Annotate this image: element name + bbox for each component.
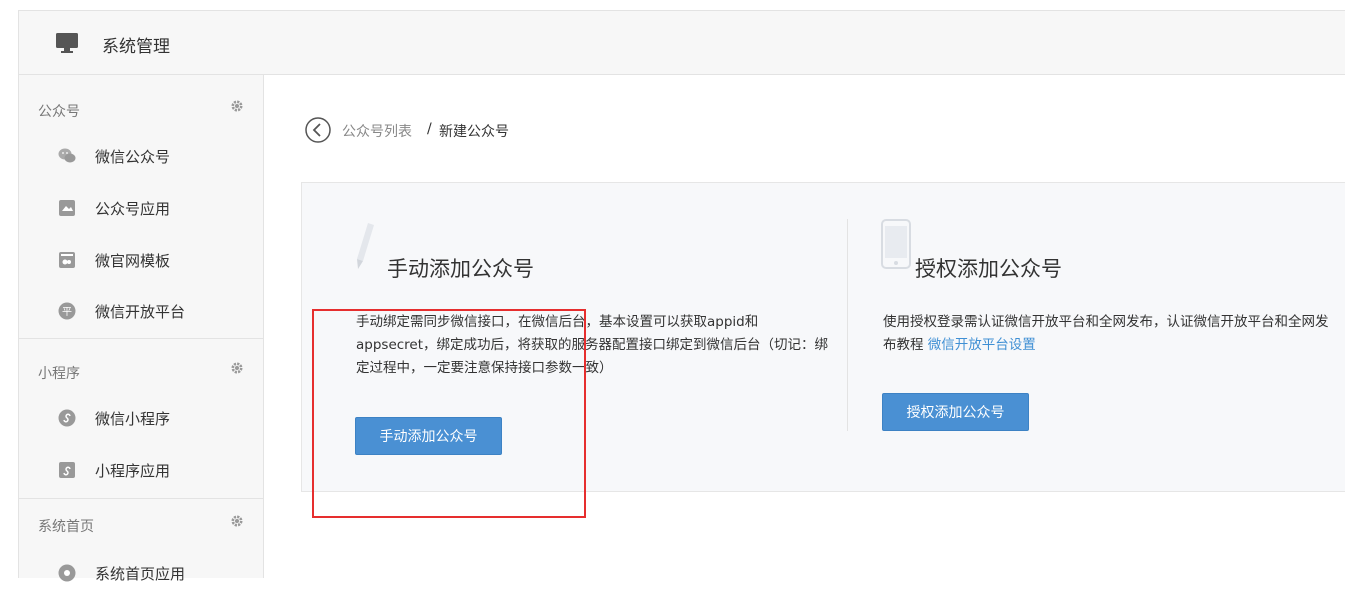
sidebar-item-wechat-official[interactable]: 微信公众号 bbox=[19, 134, 264, 178]
manual-add-button[interactable]: 手动添加公众号 bbox=[355, 417, 502, 455]
sidebar-group-title: 小程序 bbox=[38, 366, 80, 382]
sidebar-item-label: 系统首页应用 bbox=[95, 565, 186, 583]
manual-add-title: 手动添加公众号 bbox=[387, 257, 534, 281]
sidebar-item-mini-program-apps[interactable]: 小程序应用 bbox=[19, 448, 264, 492]
sidebar: 公众号 微信公众号 公众号应用 微官网模板 平 微信开放平台 小程序 微信小程序… bbox=[18, 75, 264, 583]
app-root: 系统管理 公众号 微信公众号 公众号应用 微官网模板 平 微信开放平台 小程序 … bbox=[0, 0, 1345, 583]
sidebar-group-official-accounts: 公众号 bbox=[19, 89, 264, 129]
sidebar-group-mini-programs: 小程序 bbox=[19, 351, 264, 391]
gear-icon[interactable] bbox=[230, 361, 244, 375]
sidebar-divider bbox=[19, 338, 264, 339]
auth-add-description: 使用授权登录需认证微信开放平台和全网发布，认证微信开放平台和全网发布教程 微信开… bbox=[883, 311, 1338, 357]
template-icon bbox=[59, 252, 75, 268]
sidebar-item-label: 微信小程序 bbox=[95, 410, 171, 428]
auth-add-title: 授权添加公众号 bbox=[915, 257, 1062, 281]
sidebar-item-label: 公众号应用 bbox=[95, 200, 171, 218]
sidebar-item-label: 微官网模板 bbox=[95, 252, 171, 270]
breadcrumb-separator: / bbox=[427, 121, 432, 137]
add-account-card: 手动添加公众号 手动绑定需同步微信接口，在微信后台，基本设置可以获取appid和… bbox=[301, 182, 1345, 492]
breadcrumb-current: 新建公众号 bbox=[439, 124, 509, 140]
platform-icon: 平 bbox=[58, 302, 76, 320]
gear-icon[interactable] bbox=[230, 514, 244, 528]
sidebar-item-label: 微信公众号 bbox=[95, 148, 171, 166]
sidebar-group-title: 系统首页 bbox=[38, 519, 94, 535]
back-icon[interactable] bbox=[305, 117, 331, 143]
pencil-icon bbox=[357, 223, 374, 269]
open-platform-settings-link[interactable]: 微信开放平台设置 bbox=[928, 337, 1036, 353]
auth-add-button[interactable]: 授权添加公众号 bbox=[882, 393, 1029, 431]
top-header: 系统管理 bbox=[18, 10, 1345, 75]
svg-text:平: 平 bbox=[62, 307, 72, 318]
sidebar-group-title: 公众号 bbox=[38, 104, 80, 120]
mini-program-icon bbox=[58, 409, 76, 427]
sidebar-item-micro-site-templates[interactable]: 微官网模板 bbox=[19, 238, 264, 282]
home-app-icon bbox=[58, 564, 76, 582]
breadcrumb-account-list-link[interactable]: 公众号列表 bbox=[342, 121, 412, 141]
sidebar-item-wechat-mini-program[interactable]: 微信小程序 bbox=[19, 396, 264, 440]
page-title: 系统管理 bbox=[102, 37, 170, 57]
app-icon bbox=[59, 200, 75, 216]
monitor-icon bbox=[56, 33, 78, 53]
mini-app-icon bbox=[59, 462, 75, 478]
sidebar-group-system-home: 系统首页 bbox=[19, 504, 264, 544]
gear-icon[interactable] bbox=[230, 99, 244, 113]
sidebar-item-label: 微信开放平台 bbox=[95, 303, 186, 321]
wechat-icon bbox=[58, 148, 76, 163]
phone-icon bbox=[881, 219, 911, 269]
sidebar-divider bbox=[19, 498, 264, 499]
sidebar-item-label: 小程序应用 bbox=[95, 462, 171, 480]
sidebar-item-home-apps[interactable]: 系统首页应用 bbox=[19, 551, 264, 595]
panel-divider bbox=[847, 219, 848, 431]
sidebar-item-open-platform[interactable]: 平 微信开放平台 bbox=[19, 289, 264, 333]
manual-add-description: 手动绑定需同步微信接口，在微信后台，基本设置可以获取appid和appsecre… bbox=[356, 314, 829, 376]
sidebar-item-account-apps[interactable]: 公众号应用 bbox=[19, 186, 264, 230]
